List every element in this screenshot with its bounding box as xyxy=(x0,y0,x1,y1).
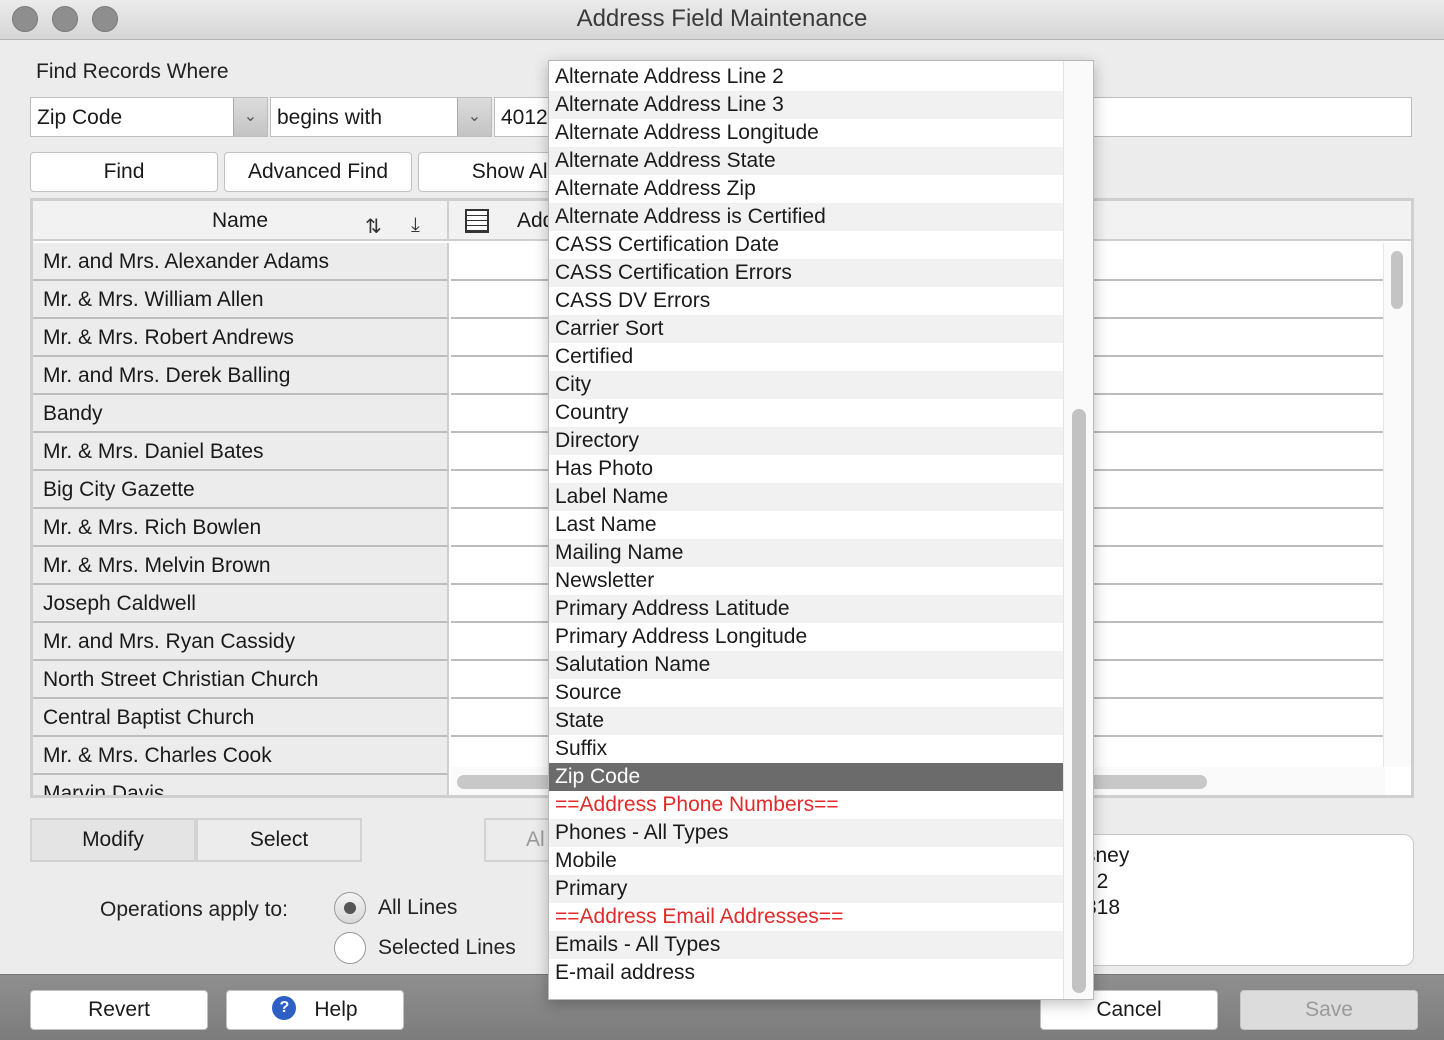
address-preview: sney t 2 318 xyxy=(1062,834,1414,966)
field-dropdown-menu[interactable]: Alternate Address Line 2 Alternate Addres… xyxy=(548,60,1094,1000)
preview-line: 318 xyxy=(1085,896,1121,919)
table-row-name[interactable]: Mr. & Mrs. Charles Cook xyxy=(33,737,449,775)
dropdown-option[interactable]: Label Name xyxy=(549,483,1063,511)
table-row-name[interactable]: Marvin Davis xyxy=(33,775,449,795)
dropdown-option[interactable]: Source xyxy=(549,679,1063,707)
dropdown-option[interactable]: Alternate Address State xyxy=(549,147,1063,175)
table-row-name[interactable]: Mr. & Mrs. Daniel Bates xyxy=(33,433,449,471)
dropdown-option[interactable]: Newsletter xyxy=(549,567,1063,595)
table-row-name[interactable]: Joseph Caldwell xyxy=(33,585,449,623)
table-row-name[interactable]: Mr. & Mrs. Melvin Brown xyxy=(33,547,449,585)
dropdown-option[interactable]: Certified xyxy=(549,343,1063,371)
dropdown-option[interactable]: Directory xyxy=(549,427,1063,455)
dropdown-section-header: ==Address Email Addresses== xyxy=(555,905,844,928)
dropdown-option[interactable]: City xyxy=(549,371,1063,399)
name-column: Mr. and Mrs. Alexander Adams Mr. & Mrs. W… xyxy=(33,243,449,795)
chevron-down-icon[interactable]: ⌄ xyxy=(457,98,491,136)
table-row-name[interactable]: Mr. & Mrs. Rich Bowlen xyxy=(33,509,449,547)
dropdown-option[interactable]: CASS Certification Errors xyxy=(549,259,1063,287)
advanced-find-button[interactable]: Advanced Find xyxy=(224,152,412,192)
window-title: Address Field Maintenance xyxy=(576,5,868,32)
dropdown-option[interactable]: CASS Certification Date xyxy=(549,231,1063,259)
dropdown-option[interactable]: E-mail address xyxy=(549,959,1063,987)
selected-lines-label: Selected Lines xyxy=(378,936,516,959)
sort-az-icon[interactable]: ⇅ xyxy=(365,207,382,247)
modify-tab[interactable]: Modify xyxy=(30,818,196,862)
help-icon: ? xyxy=(272,996,297,1021)
chevron-down-icon[interactable]: ⌄ xyxy=(233,98,267,136)
field-select-value: Zip Code xyxy=(37,106,123,129)
dropdown-option[interactable]: Salutation Name xyxy=(549,651,1063,679)
revert-button[interactable]: Revert xyxy=(30,990,208,1030)
dropdown-option[interactable]: Alternate Address is Certified xyxy=(549,203,1063,231)
dropdown-option[interactable]: Alternate Address Line 3 xyxy=(549,91,1063,119)
find-button[interactable]: Find xyxy=(30,152,218,192)
table-row-name[interactable]: Mr. and Mrs. Alexander Adams xyxy=(33,243,449,281)
dropdown-section-header: ==Address Phone Numbers== xyxy=(555,793,839,816)
table-row-name[interactable]: Mr. & Mrs. Robert Andrews xyxy=(33,319,449,357)
operator-select-value: begins with xyxy=(277,106,383,129)
dropdown-scrollbar[interactable] xyxy=(1063,61,1093,999)
dropdown-scroll-thumb[interactable] xyxy=(1072,409,1086,993)
dropdown-option[interactable]: Mobile xyxy=(549,847,1063,875)
table-row-name[interactable]: Mr. and Mrs. Derek Balling xyxy=(33,357,449,395)
table-row-name[interactable]: Mr. & Mrs. William Allen xyxy=(33,281,449,319)
dropdown-option[interactable]: Suffix xyxy=(549,735,1063,763)
dropdown-option[interactable]: Alternate Address Line 2 xyxy=(549,63,1063,91)
search-value-text: 4012 xyxy=(501,106,548,129)
dropdown-option[interactable]: CASS DV Errors xyxy=(549,287,1063,315)
grid-vertical-scroll-thumb[interactable] xyxy=(1391,251,1403,309)
save-button[interactable]: Save xyxy=(1240,990,1418,1030)
help-label: Help xyxy=(314,998,358,1021)
select-tab[interactable]: Select xyxy=(196,818,362,862)
dropdown-option[interactable]: Alternate Address Zip xyxy=(549,175,1063,203)
grid-vertical-scrollbar[interactable] xyxy=(1383,243,1411,767)
table-row-name[interactable]: Central Baptist Church xyxy=(33,699,449,737)
dropdown-option[interactable]: Has Photo xyxy=(549,455,1063,483)
all-lines-label: All Lines xyxy=(378,896,458,919)
dropdown-option[interactable]: Zip Code xyxy=(549,763,1063,791)
selected-lines-radio[interactable] xyxy=(334,932,366,964)
name-column-label: Name xyxy=(211,209,269,232)
dropdown-option[interactable]: Country xyxy=(549,399,1063,427)
find-records-label: Find Records Where xyxy=(36,60,229,83)
help-button[interactable]: ? Help xyxy=(226,990,404,1030)
all-lines-radio[interactable] xyxy=(334,892,366,924)
preview-line: t 2 xyxy=(1085,870,1109,893)
preview-line: sney xyxy=(1085,844,1130,867)
title-bar: Address Field Maintenance xyxy=(0,0,1444,40)
list-icon[interactable] xyxy=(465,209,489,233)
table-row-name[interactable]: North Street Christian Church xyxy=(33,661,449,699)
field-select[interactable]: Zip Code ⌄ xyxy=(30,97,268,137)
name-column-header[interactable]: Name ⇅ ⤓ xyxy=(33,201,449,241)
dropdown-option[interactable]: Carrier Sort xyxy=(549,315,1063,343)
dropdown-option[interactable]: Alternate Address Longitude xyxy=(549,119,1063,147)
dropdown-option[interactable]: Phones - All Types xyxy=(549,819,1063,847)
dropdown-option[interactable]: State xyxy=(549,707,1063,735)
operations-label: Operations apply to: xyxy=(100,898,288,921)
operator-select[interactable]: begins with ⌄ xyxy=(270,97,492,137)
dropdown-option[interactable]: Mailing Name xyxy=(549,539,1063,567)
table-row-name[interactable]: Bandy xyxy=(33,395,449,433)
dropdown-option[interactable]: Primary Address Longitude xyxy=(549,623,1063,651)
sort-down-icon[interactable]: ⤓ xyxy=(411,205,420,245)
field-dropdown-list: Alternate Address Line 2 Alternate Addres… xyxy=(549,63,1063,987)
table-row-name[interactable]: Big City Gazette xyxy=(33,471,449,509)
dropdown-option[interactable]: Last Name xyxy=(549,511,1063,539)
dropdown-option[interactable]: Primary Address Latitude xyxy=(549,595,1063,623)
dropdown-option[interactable]: Emails - All Types xyxy=(549,931,1063,959)
dropdown-option[interactable]: Primary xyxy=(549,875,1063,903)
table-row-name[interactable]: Mr. and Mrs. Ryan Cassidy xyxy=(33,623,449,661)
